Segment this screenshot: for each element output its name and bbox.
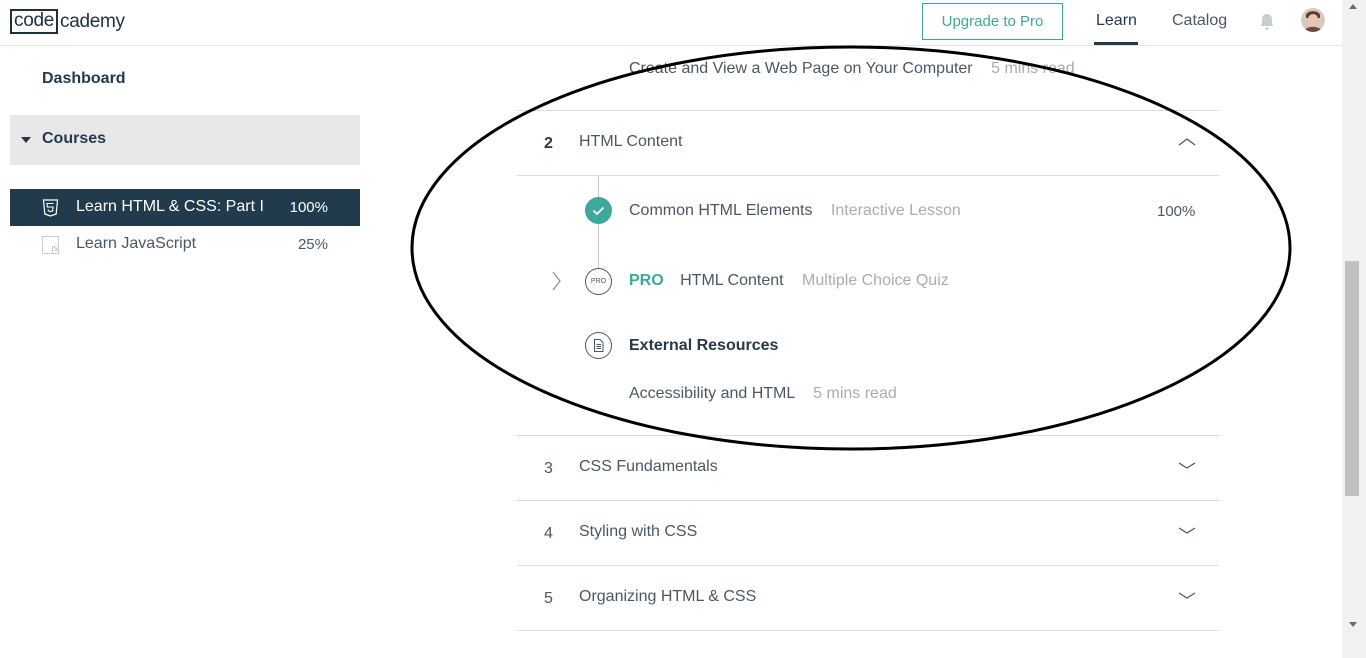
- module-number: 3: [544, 460, 553, 477]
- resource-link-row[interactable]: Accessibility and HTML 5 mins read: [629, 385, 897, 403]
- course-progress: 100%: [289, 199, 328, 216]
- module-title: Styling with CSS: [579, 523, 698, 540]
- lesson-title: HTML Content: [680, 272, 784, 289]
- module-row-3[interactable]: 3 CSS Fundamentals: [517, 436, 1219, 500]
- nav-learn-link[interactable]: Learn: [1096, 12, 1137, 30]
- codecademy-logo[interactable]: code cademy: [10, 9, 125, 34]
- course-name: Learn JavaScript: [76, 235, 197, 252]
- logo-text: cademy: [60, 10, 125, 32]
- html5-icon: [42, 199, 59, 217]
- top-navigation: code cademy Upgrade to Pro Learn Catalog: [0, 0, 1342, 46]
- chevron-right-icon[interactable]: [551, 270, 563, 292]
- chevron-up-icon[interactable]: [1177, 133, 1197, 149]
- lesson-meta: 5 mins read: [991, 60, 1075, 77]
- lesson-row[interactable]: Create and View a Web Page on Your Compu…: [629, 60, 1075, 78]
- course-name: Learn HTML & CSS: Part I: [76, 198, 264, 215]
- active-nav-indicator: [1094, 42, 1138, 45]
- module-number: 2: [544, 135, 553, 152]
- js-file-icon: JS: [42, 236, 59, 254]
- module-number: 4: [544, 525, 553, 542]
- scroll-up-arrow-icon[interactable]: [1349, 4, 1357, 9]
- lesson-type: Multiple Choice Quiz: [802, 272, 949, 289]
- course-progress: 25%: [297, 236, 328, 253]
- module-number: 5: [544, 590, 553, 607]
- check-circle-icon: [585, 197, 612, 224]
- scroll-down-arrow-icon[interactable]: [1349, 622, 1357, 627]
- caret-down-icon: [21, 137, 31, 143]
- module-title: Organizing HTML & CSS: [579, 588, 757, 605]
- chevron-down-icon[interactable]: [1177, 523, 1197, 539]
- sidebar-courses-label: Courses: [42, 130, 107, 147]
- module-title: CSS Fundamentals: [579, 458, 718, 475]
- resource-title: Accessibility and HTML: [629, 385, 795, 402]
- pro-badge: PRO: [629, 272, 664, 289]
- sidebar-dashboard-link[interactable]: Dashboard: [42, 70, 126, 88]
- bell-icon[interactable]: [1259, 13, 1275, 31]
- sidebar-course-html-css[interactable]: Learn HTML & CSS: Part I 100%: [10, 189, 360, 226]
- lesson-progress: 100%: [1157, 203, 1196, 220]
- lesson-title: Create and View a Web Page on Your Compu…: [629, 60, 973, 77]
- user-avatar[interactable]: [1301, 8, 1325, 32]
- pro-lock-icon: PRO: [585, 268, 612, 295]
- resource-meta: 5 mins read: [813, 385, 897, 402]
- external-resources-heading: External Resources: [629, 337, 779, 354]
- divider: [517, 175, 1219, 176]
- module-row-2[interactable]: 2 HTML Content: [517, 111, 1219, 175]
- sidebar-course-javascript[interactable]: JS Learn JavaScript 25%: [10, 226, 360, 263]
- chevron-down-icon[interactable]: [1177, 588, 1197, 604]
- chevron-down-icon[interactable]: [1177, 458, 1197, 474]
- lesson-title: Common HTML Elements: [629, 202, 813, 219]
- sidebar-courses-toggle[interactable]: Courses: [10, 115, 360, 165]
- page-scrollbar[interactable]: [1342, 0, 1366, 658]
- module-row-5[interactable]: 5 Organizing HTML & CSS: [517, 566, 1219, 630]
- nav-catalog-link[interactable]: Catalog: [1172, 12, 1227, 30]
- lesson-type: Interactive Lesson: [830, 202, 961, 219]
- logo-boxed-text: code: [10, 9, 59, 34]
- document-icon: [585, 332, 612, 359]
- upgrade-to-pro-button[interactable]: Upgrade to Pro: [922, 3, 1063, 40]
- svg-text:JS: JS: [51, 245, 59, 253]
- lesson-row-common-html-elements[interactable]: Common HTML Elements Interactive Lesson: [629, 202, 961, 220]
- divider: [517, 630, 1219, 631]
- lesson-row-html-content-quiz[interactable]: PRO HTML Content Multiple Choice Quiz: [629, 272, 949, 290]
- module-title: HTML Content: [579, 133, 683, 150]
- module-row-4[interactable]: 4 Styling with CSS: [517, 501, 1219, 565]
- timeline-line: [598, 176, 599, 282]
- scrollbar-thumb[interactable]: [1345, 261, 1359, 496]
